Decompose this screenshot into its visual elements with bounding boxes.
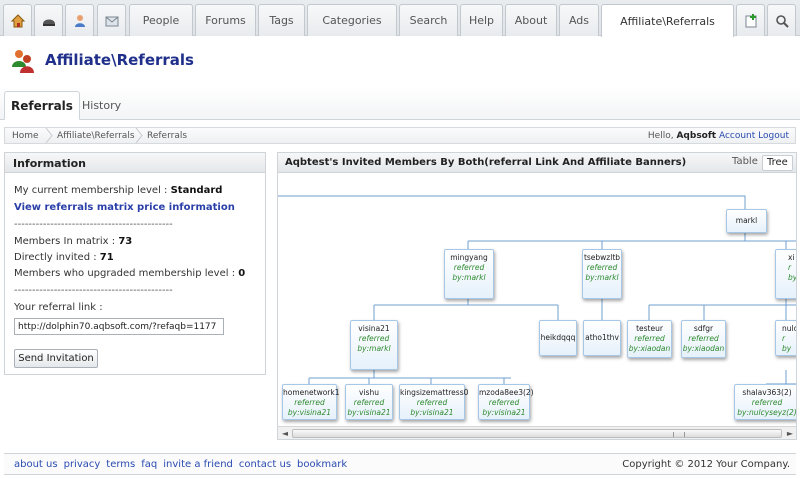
tab-about[interactable]: About [505, 4, 557, 36]
tab-forums[interactable]: Forums [195, 4, 256, 36]
breadcrumb-referrals: Referrals [147, 131, 188, 141]
send-invitation-button[interactable]: Send Invitation [14, 349, 98, 368]
tab-affiliate-referrals[interactable]: Affiliate\Referrals [601, 4, 734, 37]
tree-panel-header: Aqbtest's Invited Members By Both(referr… [278, 153, 796, 173]
tree-node-tsebwzltb[interactable]: tsebwzltb referred by:markl [582, 249, 622, 299]
tree-node-sdfgr[interactable]: sdfgr referred by:xiaodan [681, 320, 726, 358]
copyright: Copyright © 2012 Your Company. [622, 459, 790, 470]
home-icon [10, 13, 25, 27]
ads-icon-tab[interactable] [34, 4, 63, 36]
tree-node-kingsizemattress0[interactable]: kingsizemattress0 referred by:visina21 [399, 384, 468, 420]
logout-link[interactable]: Logout [758, 131, 789, 141]
grip-icon [673, 432, 685, 437]
tree-view-button[interactable]: Tree [762, 155, 793, 171]
user-icon [74, 14, 85, 27]
footer: about us privacy terms faq invite a frie… [4, 453, 796, 475]
information-panel: Information My current membership level … [4, 152, 266, 375]
username[interactable]: Aqbsoft [676, 131, 716, 141]
tab-help[interactable]: Help [460, 4, 503, 36]
panel-title: Information [5, 153, 265, 173]
search-icon [775, 14, 789, 28]
breadcrumb-affiliate[interactable]: Affiliate\Referrals [57, 131, 135, 141]
horizontal-scrollbar[interactable]: ◄ ► [278, 426, 796, 439]
account-link[interactable]: Account [719, 131, 755, 141]
directly-invited: Directly invited : 71 [14, 252, 114, 263]
footer-link-terms[interactable]: terms [106, 459, 135, 470]
tree-node-markl[interactable]: markl [726, 209, 767, 233]
page-header: Affiliate\Referrals [0, 37, 800, 87]
tree-node-testeur[interactable]: testeur referred by:xiaodan [627, 320, 672, 358]
footer-link-faq[interactable]: faq [141, 459, 157, 470]
add-page-icon [745, 13, 756, 27]
tree-node-shalav363[interactable]: shalav363(2) referred by:nulcyseyz(2) [734, 384, 796, 420]
affiliate-logo-icon [12, 50, 34, 73]
breadcrumb-separator-icon [135, 128, 143, 143]
tree-node-atho1thv[interactable]: atho1thv [583, 320, 621, 356]
members-in-matrix: Members In matrix : 73 [14, 236, 133, 247]
members-upgraded: Members who upgraded membership level : … [14, 268, 246, 279]
referral-link-label: Your referral link : [14, 302, 103, 313]
top-navigation: People Forums Tags Categories Search Hel… [0, 0, 800, 37]
tree-node-mzoda8ee3[interactable]: mzoda8ee3(2) referred by:visina21 [478, 384, 534, 420]
scrollbar-thumb[interactable] [292, 429, 782, 438]
scroll-right-icon[interactable]: ► [784, 428, 796, 439]
tab-ads[interactable]: Ads [559, 4, 599, 36]
tab-tags[interactable]: Tags [258, 4, 305, 36]
tree-node-homenetwork1[interactable]: homenetwork1 referred by:visina21 [282, 384, 340, 420]
footer-link-about[interactable]: about us [14, 459, 58, 470]
search-tab[interactable] [767, 4, 796, 36]
tree-title: Aqbtest's Invited Members By Both(referr… [285, 157, 687, 168]
tree-node-nulcy[interactable]: nulcy r by [775, 320, 796, 356]
add-content-tab[interactable] [736, 4, 765, 36]
sub-tabs: Referrals History [0, 87, 800, 120]
tab-search[interactable]: Search [399, 4, 458, 36]
footer-link-bookmark[interactable]: bookmark [297, 459, 347, 470]
scroll-left-icon[interactable]: ◄ [279, 428, 291, 439]
invited-members-panel: Aqbtest's Invited Members By Both(referr… [277, 152, 797, 440]
tab-history[interactable]: History [76, 91, 127, 120]
tab-categories[interactable]: Categories [307, 4, 397, 36]
helmet-icon [42, 19, 55, 26]
referral-link-field[interactable] [14, 318, 224, 335]
mail-icon [105, 16, 118, 26]
tab-referrals[interactable]: Referrals [4, 91, 80, 120]
profile-tab[interactable] [65, 4, 94, 36]
separator: ----------------------------------------… [14, 285, 173, 296]
footer-link-contact[interactable]: contact us [239, 459, 291, 470]
matrix-price-link[interactable]: View referrals matrix price information [14, 202, 235, 213]
tree-node-xi[interactable]: xi r by [775, 249, 796, 299]
home-tab[interactable] [3, 4, 32, 36]
table-view-button[interactable]: Table [728, 155, 762, 171]
breadcrumb-separator-icon [45, 128, 53, 143]
separator: ----------------------------------------… [14, 219, 173, 230]
tab-people[interactable]: People [129, 4, 193, 36]
page-title: Affiliate\Referrals [45, 51, 194, 69]
footer-link-invite[interactable]: invite a friend [163, 459, 233, 470]
breadcrumb: Home Affiliate\Referrals Referrals Hello… [4, 127, 796, 144]
breadcrumb-home[interactable]: Home [12, 131, 39, 141]
footer-links: about us privacy terms faq invite a frie… [14, 459, 353, 470]
tree-node-visina21[interactable]: visina21 referred by:markl [350, 320, 398, 370]
membership-level: My current membership level : Standard [14, 185, 223, 196]
user-greeting: Hello, Aqbsoft Account Logout [647, 131, 789, 141]
footer-link-privacy[interactable]: privacy [64, 459, 101, 470]
tree-node-vishu[interactable]: vishu referred by:visina21 [345, 384, 393, 420]
tree-node-heikdqqq[interactable]: heikdqqq [539, 320, 577, 356]
mail-tab[interactable] [97, 4, 126, 36]
tree-canvas[interactable]: markl mingyang referred by:markl tsebwzl… [278, 174, 796, 424]
tree-node-mingyang[interactable]: mingyang referred by:markl [444, 249, 494, 299]
